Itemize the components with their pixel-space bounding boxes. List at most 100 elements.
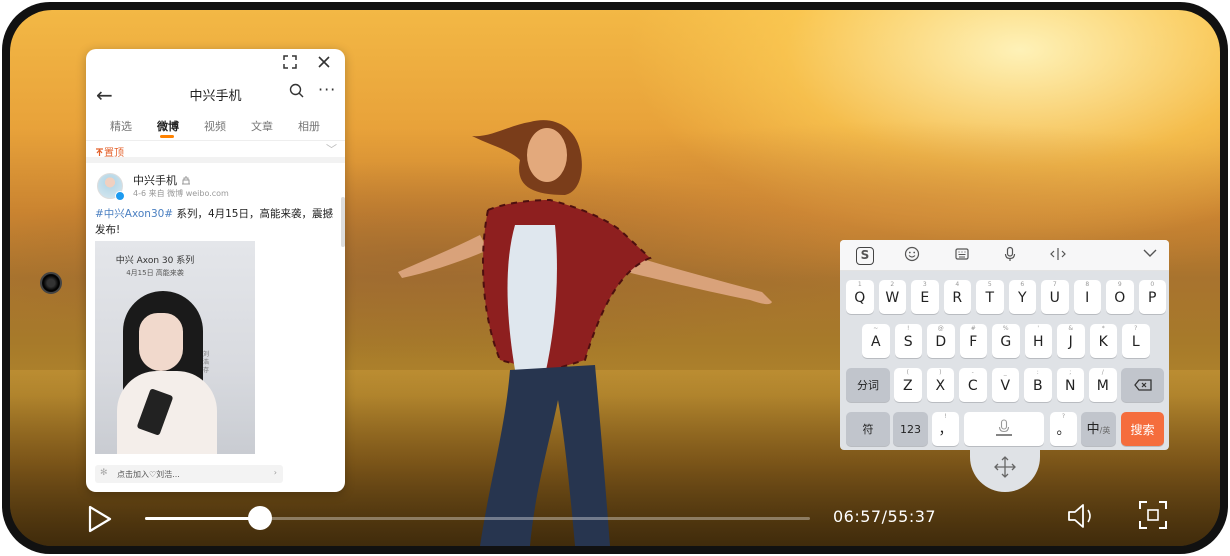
expand-icon[interactable]	[282, 55, 298, 71]
chevron-down-icon[interactable]: ﹀	[326, 141, 337, 157]
key-label: H	[1032, 334, 1044, 350]
key-label: G	[1000, 334, 1012, 350]
search-key[interactable]: 搜索	[1121, 412, 1164, 446]
key-v[interactable]: _ V	[991, 368, 1019, 402]
fullscreen-button[interactable]	[1138, 500, 1168, 530]
key-x[interactable]: ) X	[926, 368, 954, 402]
key-secondary-label: *	[1101, 325, 1105, 332]
post-text: #中兴Axon30# 系列，4月15日，高能来袭，震撼发布!	[95, 208, 333, 236]
key-secondary-label: _	[1003, 369, 1007, 376]
profile-tabs: 精选 微博 视频 文章 相册	[86, 111, 345, 141]
key-secondary-label: #	[970, 325, 976, 332]
cursor-icon[interactable]	[1048, 246, 1068, 266]
key-o[interactable]: 9O	[1106, 280, 1134, 314]
key-a[interactable]: ~ A	[862, 324, 890, 358]
key-y[interactable]: 6Y	[1008, 280, 1036, 314]
language-switch-key[interactable]: 中/英	[1081, 412, 1116, 446]
tab-featured[interactable]: 精选	[110, 118, 132, 134]
key-t[interactable]: 5T	[976, 280, 1004, 314]
key-w[interactable]: 2W	[878, 280, 906, 314]
playback-time: 06:57/55:37	[833, 507, 937, 526]
floating-window-weibo[interactable]: ← 中兴手机 ··· 精选 微博 视频 文章 相册 置顶 ﹀ 中兴手机 4-6 …	[86, 49, 345, 492]
floating-keyboard[interactable]: S 1Q2W3E4R5T6Y7U8I9O0P ~ A! S @ D # F% G ' H	[840, 240, 1169, 492]
collapse-icon[interactable]	[1140, 246, 1160, 266]
key-q[interactable]: 1Q	[846, 280, 874, 314]
keyboard-toolbar: S	[840, 240, 1169, 271]
key-s[interactable]: ! S	[894, 324, 922, 358]
poster-side-text: 刘 浩 存	[203, 351, 210, 374]
key-j[interactable]: & J	[1057, 324, 1085, 358]
weibo-header: ← 中兴手机 ···	[86, 77, 345, 111]
close-icon[interactable]	[316, 55, 332, 71]
key-label: E	[920, 290, 930, 306]
key-label: W	[885, 290, 900, 306]
post-author[interactable]: 中兴手机	[133, 172, 191, 188]
key-label: F	[969, 334, 978, 350]
move-icon	[970, 456, 1040, 483]
key-b[interactable]: :B	[1024, 368, 1052, 402]
key-g[interactable]: % G	[992, 324, 1020, 358]
scrollbar[interactable]	[341, 197, 345, 247]
key-label: T	[985, 290, 995, 306]
key-z[interactable]: (Z	[894, 368, 922, 402]
key-d[interactable]: @ D	[927, 324, 955, 358]
play-button[interactable]	[86, 504, 114, 534]
pinned-section[interactable]: 置顶 ﹀	[86, 141, 345, 163]
key-r[interactable]: 4R	[943, 280, 971, 314]
post-card[interactable]: 中兴手机 4-6 来自 微博 weibo.com #中兴Axon30# 系列，4…	[86, 163, 345, 463]
numbers-key[interactable]: 123	[893, 412, 928, 446]
key-label: N	[1065, 378, 1076, 394]
comma-key[interactable]: !，	[932, 412, 959, 446]
key-label: D	[935, 334, 947, 350]
join-fan-club-bar[interactable]: ✻ 点击加入♡刘浩... ›	[95, 465, 283, 483]
period-key[interactable]: ?。	[1050, 412, 1077, 446]
verified-badge-icon	[115, 191, 125, 201]
tab-video[interactable]: 视频	[204, 118, 226, 134]
key-secondary-label: &	[1068, 325, 1074, 332]
space-key[interactable]	[964, 412, 1044, 446]
key-label: X	[935, 378, 946, 394]
key-c[interactable]: -C	[959, 368, 987, 402]
key-secondary-label: %	[1002, 325, 1009, 332]
volume-button[interactable]	[1065, 500, 1097, 532]
key-u[interactable]: 7U	[1041, 280, 1069, 314]
key-i[interactable]: 8I	[1073, 280, 1101, 314]
progress-knob[interactable]	[248, 506, 273, 530]
key-m[interactable]: / M	[1089, 368, 1117, 402]
backspace-key[interactable]	[1121, 368, 1164, 402]
key-n[interactable]: ; N	[1056, 368, 1084, 402]
hashtag-link[interactable]: #中兴Axon30#	[95, 208, 173, 220]
key-secondary-label: 3	[922, 281, 927, 288]
clipboard-icon[interactable]	[952, 246, 972, 266]
emoji-icon[interactable]	[902, 246, 922, 266]
key-secondary-label: )	[939, 369, 942, 376]
tab-album[interactable]: 相册	[298, 118, 320, 134]
sogou-logo-icon[interactable]: S	[856, 247, 874, 265]
tab-articles[interactable]: 文章	[251, 118, 273, 134]
progress-bar[interactable]	[145, 506, 810, 530]
key-label: C	[967, 378, 978, 394]
key-l[interactable]: ? L	[1122, 324, 1150, 358]
tab-weibo[interactable]: 微博	[157, 118, 179, 134]
key-p[interactable]: 0P	[1138, 280, 1166, 314]
key-f[interactable]: # F	[959, 324, 987, 358]
more-options-icon[interactable]: ···	[318, 80, 336, 99]
progress-fill	[145, 517, 261, 520]
key-label: B	[1032, 378, 1043, 394]
key-secondary-label: 4	[955, 281, 960, 288]
key-secondary-label: 6	[1020, 281, 1025, 288]
key-e[interactable]: 3E	[911, 280, 939, 314]
key-label: S	[903, 334, 913, 350]
key-label: J	[1068, 334, 1073, 350]
microphone-icon[interactable]	[1000, 246, 1020, 266]
key-h[interactable]: ' H	[1024, 324, 1052, 358]
join-text: 点击加入♡刘浩...	[117, 470, 180, 479]
flower-icon: ✻	[100, 468, 108, 478]
key-secondary-label: /	[1101, 369, 1104, 376]
video-player-screen[interactable]: ← 中兴手机 ··· 精选 微博 视频 文章 相册 置顶 ﹀ 中兴手机 4-6 …	[10, 10, 1220, 546]
search-icon[interactable]	[289, 83, 304, 102]
symbol-key[interactable]: 符	[846, 412, 890, 446]
segment-key[interactable]: 分词	[846, 368, 890, 402]
post-image[interactable]: 中兴 Axon 30 系列 4月15日 高能来袭 刘 浩 存	[95, 241, 255, 454]
key-k[interactable]: * K	[1089, 324, 1117, 358]
